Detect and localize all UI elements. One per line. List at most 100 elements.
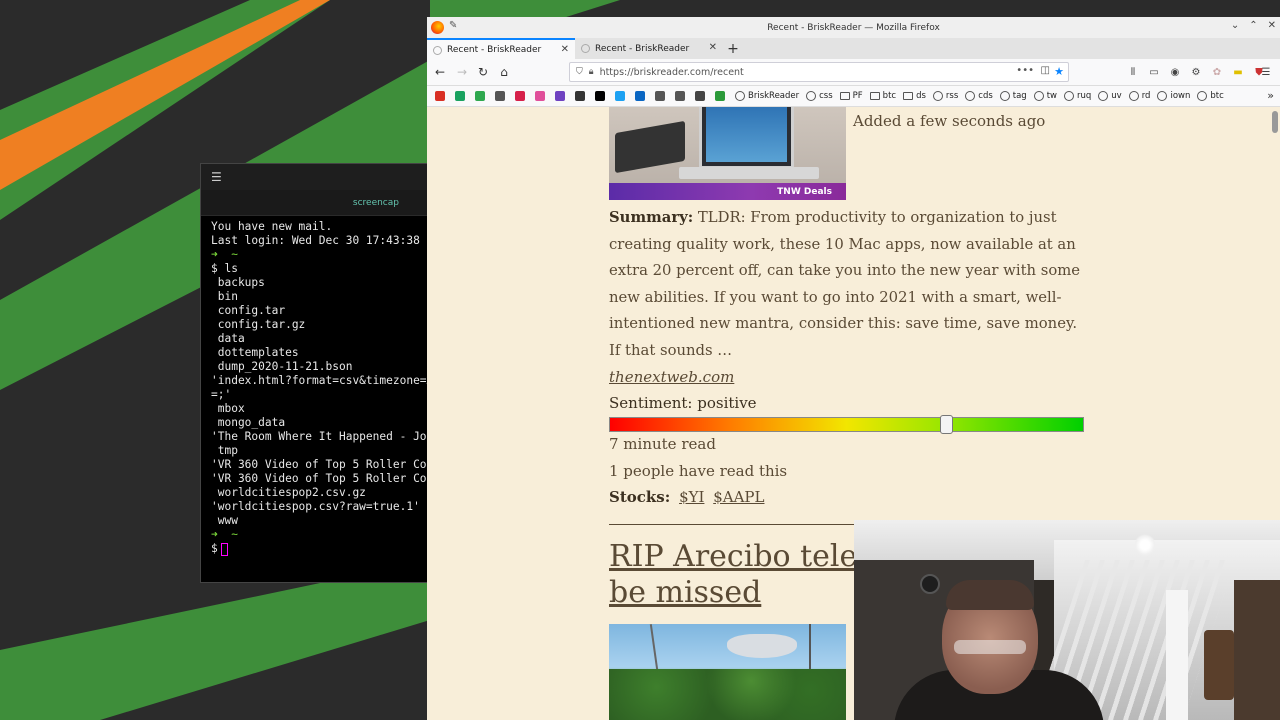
bookmark-item[interactable]: btc	[869, 91, 896, 101]
bookmark-item[interactable]	[455, 91, 468, 101]
pin-icon[interactable]: ✎	[449, 20, 457, 31]
thumbnail-telescope	[727, 634, 797, 658]
hamburger-icon[interactable]: ☰	[211, 170, 222, 184]
terminal-output[interactable]: You have new mail. Last login: Wed Dec 30…	[201, 216, 439, 556]
thumbnail-banner: TNW Deals	[609, 183, 846, 200]
bookmark-item[interactable]: rd	[1128, 91, 1150, 101]
menu-icon[interactable]: ☰	[1260, 66, 1272, 78]
terminal-line: 'The Room Where It Happened - Jo	[211, 430, 427, 443]
extension-icon[interactable]: ⚙	[1190, 66, 1202, 78]
bookmark-item[interactable]: btc	[1197, 91, 1224, 101]
terminal-line: =;'	[211, 388, 232, 401]
terminal-prompt-line[interactable]: $	[211, 542, 439, 556]
bookmark-item[interactable]	[495, 91, 508, 101]
bookmark-item[interactable]: tw	[1033, 91, 1057, 101]
bookmark-item[interactable]	[715, 91, 728, 101]
bookmark-item[interactable]	[655, 91, 668, 101]
library-icon[interactable]: ⫴	[1127, 66, 1139, 78]
close-window-icon[interactable]: ✕	[1268, 20, 1276, 31]
minimize-icon[interactable]: ⌄	[1231, 20, 1239, 31]
headline-line-1[interactable]: RIP Arecibo tele	[609, 539, 857, 574]
stock-link-aapl[interactable]: $AAPL	[713, 488, 764, 506]
bookmark-label: BriskReader	[748, 91, 800, 101]
extension-2-icon[interactable]: ✿	[1211, 66, 1223, 78]
tab-close-icon[interactable]: ✕	[709, 42, 717, 53]
terminal-line: mbox	[211, 402, 245, 415]
bookmark-item[interactable]: cds	[965, 91, 993, 101]
bookmark-item[interactable]: css	[806, 91, 833, 101]
bookmark-item[interactable]: BriskReader	[735, 91, 799, 101]
added-timestamp: Added a few seconds ago	[853, 112, 1046, 130]
terminal-tab-screencap[interactable]: screencap	[353, 198, 399, 208]
terminal-window[interactable]: ☰ screencap You have new mail. Last login…	[200, 163, 440, 583]
page-actions-icon[interactable]: •••	[1016, 65, 1034, 76]
tab-recent-briskreader-2[interactable]: Recent - BriskReader ✕	[575, 38, 723, 59]
bookmark-item[interactable]	[535, 91, 548, 101]
bookmark-item[interactable]	[635, 91, 648, 101]
new-tab-button[interactable]: +	[723, 38, 743, 59]
site-favicon-icon	[495, 91, 505, 101]
sidebar-icon[interactable]: ▭	[1148, 66, 1160, 78]
folder-icon	[839, 92, 850, 100]
headline-line-2[interactable]: be missed	[609, 575, 761, 610]
summary-label: Summary:	[609, 209, 694, 226]
bookmark-item[interactable]	[575, 91, 588, 101]
site-favicon-icon	[675, 91, 685, 101]
bookmark-item[interactable]: PF	[839, 91, 863, 101]
account-icon[interactable]: ◉	[1169, 66, 1181, 78]
bookmark-item[interactable]	[615, 91, 628, 101]
bookmarks-overflow-icon[interactable]: »	[1267, 89, 1274, 102]
tab-recent-briskreader-1[interactable]: Recent - BriskReader ✕	[427, 38, 575, 59]
bookmark-item[interactable]: ds	[903, 91, 926, 101]
folder-icon	[903, 92, 914, 100]
globe-icon	[965, 91, 976, 101]
bookmark-item[interactable]	[435, 91, 448, 101]
article-source-link[interactable]: thenextweb.com	[609, 368, 734, 386]
home-icon[interactable]: ⌂	[494, 62, 514, 82]
bookmark-item[interactable]: uv	[1098, 91, 1122, 101]
bookmark-item[interactable]	[675, 91, 688, 101]
terminal-line: tmp	[211, 444, 238, 457]
bookmarks-toolbar: BriskReader css PF btc ds rss cds tag tw ruq uv rd i…	[427, 86, 1280, 107]
folder-icon	[869, 92, 880, 100]
forward-icon[interactable]: →	[452, 62, 472, 82]
bookmark-item[interactable]: ruq	[1064, 91, 1091, 101]
reload-icon[interactable]: ↻	[473, 62, 493, 82]
bookmark-label: tag	[1012, 91, 1027, 101]
tracking-shield-icon[interactable]: ⛉	[576, 67, 583, 77]
site-favicon-icon	[715, 91, 725, 101]
globe-icon	[1157, 91, 1168, 101]
tab-label: Recent - BriskReader	[595, 43, 690, 54]
scrollbar[interactable]	[1272, 111, 1278, 133]
extension-3-icon[interactable]: ▬	[1232, 66, 1244, 78]
thumbnail-forest	[609, 669, 846, 720]
terminal-line: data	[211, 332, 245, 345]
terminal-tabbar: screencap	[201, 190, 439, 216]
maximize-icon[interactable]: ⌃	[1249, 20, 1257, 31]
terminal-line: ➜ ~	[211, 528, 238, 541]
arecibo-thumbnail[interactable]	[609, 624, 846, 720]
thumbnail-tower	[809, 624, 811, 674]
lock-icon[interactable]: 🔒︎	[589, 67, 594, 77]
article-thumbnail[interactable]: TNW Deals	[609, 107, 846, 200]
bookmark-item[interactable]	[695, 91, 708, 101]
pocket-icon[interactable]: ◫	[1041, 65, 1050, 76]
site-favicon-icon	[515, 91, 525, 101]
stocks-row: Stocks: $YI $AAPL	[609, 488, 764, 506]
globe-icon	[1128, 91, 1139, 101]
bookmark-item[interactable]: tag	[999, 91, 1027, 101]
bookmark-item[interactable]	[475, 91, 488, 101]
terminal-line: You have new mail.	[211, 220, 333, 233]
bookmark-item[interactable]: iown	[1157, 91, 1190, 101]
stock-link-yi[interactable]: $YI	[679, 488, 704, 506]
bookmark-star-icon[interactable]: ★	[1054, 65, 1064, 78]
tab-close-icon[interactable]: ✕	[561, 44, 569, 55]
url-text[interactable]: https://briskreader.com/recent	[600, 67, 744, 78]
bookmark-item[interactable]: rss	[932, 91, 958, 101]
bookmark-item[interactable]	[595, 91, 608, 101]
address-bar[interactable]: ⛉ 🔒︎ https://briskreader.com/recent ••• …	[569, 62, 1069, 82]
bookmark-item[interactable]	[555, 91, 568, 101]
bookmark-item[interactable]	[515, 91, 528, 101]
globe-icon	[932, 91, 943, 101]
back-icon[interactable]: ←	[430, 62, 450, 82]
